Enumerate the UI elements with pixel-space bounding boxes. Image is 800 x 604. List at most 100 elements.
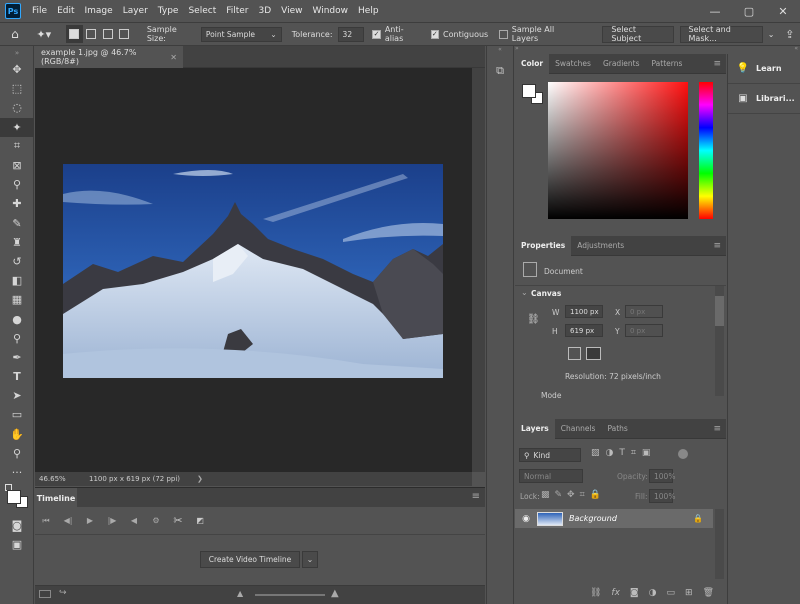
zoom-in-mountain-icon[interactable]: ▲: [331, 588, 339, 599]
magic-wand-tool-preset-icon[interactable]: ✦▾: [30, 25, 58, 43]
workspace-chevron-icon[interactable]: ⌄: [763, 25, 780, 43]
clone-stamp-tool-icon[interactable]: ♜: [0, 233, 34, 252]
close-button[interactable]: ✕: [766, 0, 800, 22]
saturation-brightness-field[interactable]: [548, 82, 688, 219]
collapse-strip-icon[interactable]: «: [487, 46, 513, 54]
menu-window[interactable]: Window: [308, 0, 354, 22]
type-tool-icon[interactable]: T: [0, 367, 34, 386]
new-selection-icon[interactable]: [65, 25, 83, 43]
blend-mode-select[interactable]: Normal: [519, 469, 583, 483]
gradient-tool-icon[interactable]: ▦: [0, 290, 34, 309]
timeline-menu-icon[interactable]: ≡: [472, 491, 480, 502]
rectangle-tool-icon[interactable]: ▭: [0, 405, 34, 424]
libraries-button[interactable]: ▣ Librari...: [728, 84, 800, 114]
color-foreground-swatch[interactable]: [522, 84, 536, 98]
properties-menu-icon[interactable]: ≡: [713, 241, 721, 251]
tab-color[interactable]: Color: [515, 53, 550, 74]
tab-properties[interactable]: Properties: [515, 235, 572, 256]
trash-icon[interactable]: 🗑: [703, 588, 714, 598]
healing-brush-tool-icon[interactable]: ✚: [0, 194, 34, 213]
timeline-zoom-slider[interactable]: [255, 594, 325, 596]
expand-panels-icon[interactable]: »: [515, 45, 519, 52]
transition-icon[interactable]: ◩: [189, 507, 211, 535]
menu-file[interactable]: File: [27, 0, 52, 22]
width-input[interactable]: 1100 px: [565, 305, 603, 318]
render-video-icon[interactable]: [39, 590, 51, 598]
tolerance-input[interactable]: 32: [337, 26, 365, 42]
collapse-arrows-icon[interactable]: »: [0, 46, 34, 60]
magic-wand-tool-icon[interactable]: ✦: [0, 117, 34, 137]
link-layers-icon[interactable]: ⛓: [590, 588, 601, 598]
quick-mask-icon[interactable]: ◙: [0, 516, 34, 535]
split-scissors-icon[interactable]: ✂: [167, 507, 189, 535]
maximize-button[interactable]: ▢: [732, 0, 766, 22]
menu-type[interactable]: Type: [153, 0, 184, 22]
crop-tool-icon[interactable]: ⌗: [0, 137, 34, 156]
link-chain-icon[interactable]: ⛓: [527, 314, 540, 325]
document-image[interactable]: [63, 164, 443, 378]
tab-paths[interactable]: Paths: [601, 419, 633, 439]
menu-layer[interactable]: Layer: [118, 0, 153, 22]
landscape-orientation-icon[interactable]: [586, 347, 601, 360]
tab-channels[interactable]: Channels: [555, 419, 602, 439]
opacity-input[interactable]: 100%: [649, 469, 675, 483]
lasso-tool-icon[interactable]: ◌: [0, 98, 34, 117]
previous-frame-icon[interactable]: ◀|: [57, 507, 79, 535]
new-group-icon[interactable]: ▭: [667, 588, 676, 598]
sample-size-select[interactable]: Point Sample ⌄: [200, 26, 282, 42]
fx-icon[interactable]: fx: [611, 588, 620, 598]
tab-adjustments[interactable]: Adjustments: [571, 236, 630, 256]
more-tools-icon[interactable]: ···: [0, 463, 34, 482]
foreground-color-swatch[interactable]: [7, 490, 21, 505]
tab-patterns[interactable]: Patterns: [646, 54, 689, 74]
layer-filter-select[interactable]: ⚲ Kind: [519, 448, 581, 462]
hand-tool-icon[interactable]: ✋: [0, 425, 34, 444]
tab-layers[interactable]: Layers: [515, 418, 555, 439]
learn-button[interactable]: 💡 Learn: [728, 54, 800, 84]
frame-tool-icon[interactable]: ⊠: [0, 156, 34, 175]
path-selection-tool-icon[interactable]: ➤: [0, 386, 34, 405]
zoom-out-mountain-icon[interactable]: ▲: [237, 589, 243, 598]
properties-scrollbar[interactable]: [715, 286, 724, 396]
adjustment-layer-icon[interactable]: ◑: [649, 588, 657, 598]
convert-arrow-icon[interactable]: ↪: [59, 588, 67, 598]
create-timeline-chevron-icon[interactable]: ⌄: [302, 551, 318, 568]
contiguous-checkbox[interactable]: ✓: [430, 29, 440, 39]
document-tab[interactable]: example 1.jpg @ 46.7% (RGB/8#) ✕: [35, 46, 183, 68]
pen-tool-icon[interactable]: ✒: [0, 348, 34, 367]
layer-filter-icons[interactable]: ▨◑T⌗▣: [591, 448, 656, 458]
filter-toggle-icon[interactable]: [678, 449, 688, 459]
hue-slider[interactable]: [699, 82, 713, 219]
tab-swatches[interactable]: Swatches: [549, 54, 597, 74]
tab-gradients[interactable]: Gradients: [597, 54, 646, 74]
visibility-eye-icon[interactable]: ◉: [515, 514, 537, 524]
go-to-first-frame-icon[interactable]: ⏮: [35, 507, 57, 535]
subtract-from-selection-icon[interactable]: [99, 25, 116, 43]
home-icon[interactable]: ⌂: [0, 25, 30, 43]
chevron-down-icon[interactable]: ⌄: [521, 288, 528, 297]
blur-tool-icon[interactable]: ●: [0, 309, 34, 328]
collapse-learn-icon[interactable]: «: [794, 45, 798, 52]
new-layer-icon[interactable]: ⊞: [685, 588, 693, 598]
menu-view[interactable]: View: [276, 0, 307, 22]
layer-name[interactable]: Background: [569, 514, 617, 523]
zoom-tool-icon[interactable]: ⚲: [0, 444, 34, 463]
settings-gear-icon[interactable]: ⚙: [145, 507, 167, 535]
history-panel-icon[interactable]: ⧉: [487, 64, 513, 78]
menu-image[interactable]: Image: [80, 0, 118, 22]
share-icon[interactable]: ⇪: [780, 25, 800, 43]
history-brush-tool-icon[interactable]: ↺: [0, 252, 34, 271]
zoom-level[interactable]: 46.65%: [39, 475, 89, 483]
layers-scrollbar[interactable]: [715, 509, 724, 579]
close-tab-icon[interactable]: ✕: [170, 53, 177, 62]
portrait-orientation-icon[interactable]: [568, 347, 581, 360]
select-and-mask-button[interactable]: Select and Mask...: [679, 25, 763, 43]
next-frame-icon[interactable]: |▶: [101, 507, 123, 535]
layer-row-background[interactable]: ◉ Background 🔒: [515, 509, 713, 528]
layers-menu-icon[interactable]: ≡: [713, 424, 721, 434]
marquee-tool-icon[interactable]: ⬚: [0, 79, 34, 98]
add-mask-icon[interactable]: ◙: [630, 588, 639, 598]
add-to-selection-icon[interactable]: [83, 25, 100, 43]
menu-filter[interactable]: Filter: [221, 0, 253, 22]
select-subject-button[interactable]: Select Subject: [602, 25, 674, 43]
